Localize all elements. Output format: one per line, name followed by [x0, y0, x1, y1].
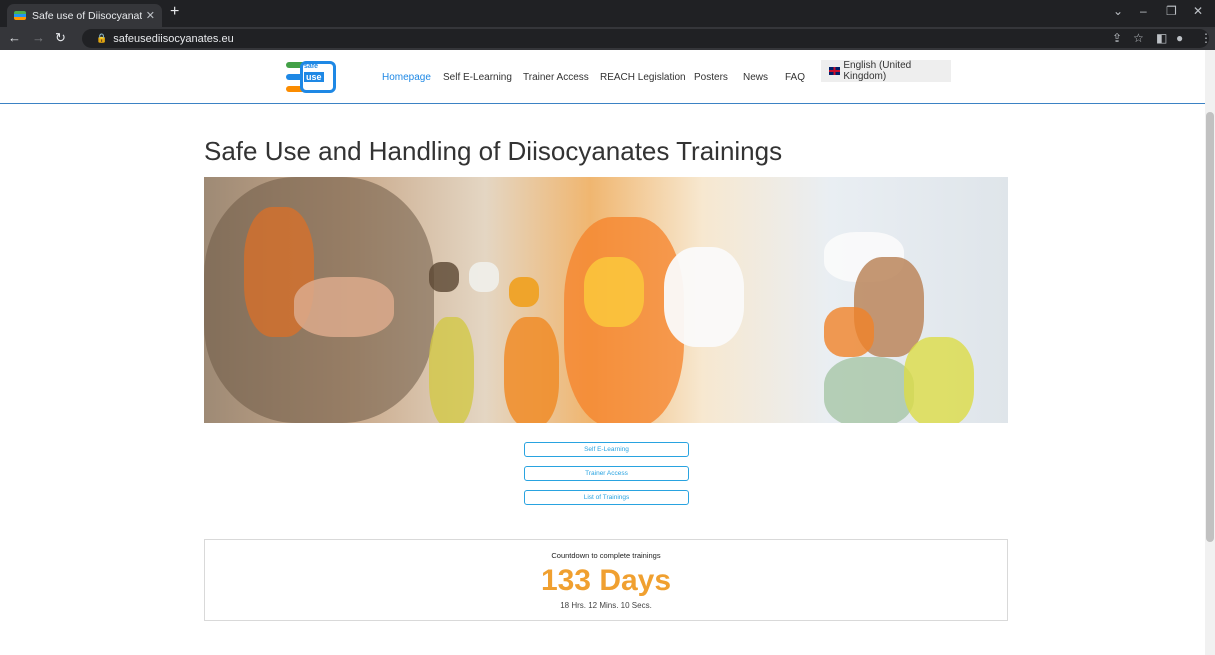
menu-icon[interactable]: ⋮: [1200, 31, 1212, 45]
side-panel-icon[interactable]: ◧: [1156, 31, 1167, 45]
nav-faq[interactable]: FAQ: [785, 72, 805, 83]
uk-flag-icon: [829, 67, 841, 75]
nav-self-e-learning[interactable]: Self E-Learning: [443, 72, 512, 83]
tab-search-icon[interactable]: ⌄: [1113, 4, 1123, 18]
countdown-box: Countdown to complete trainings 133 Days…: [204, 539, 1008, 621]
page-title: Safe Use and Handling of Diisocyanates T…: [204, 136, 783, 166]
language-label: English (United Kingdom): [843, 60, 912, 82]
site-favicon-icon: [14, 11, 26, 20]
profile-avatar[interactable]: ●: [1176, 31, 1183, 45]
minimize-icon[interactable]: –: [1140, 4, 1147, 18]
nav-trainer-access[interactable]: Trainer Access: [523, 72, 589, 83]
countdown-remaining: 18 Hrs. 12 Mins. 10 Secs.: [560, 601, 652, 610]
logo-text-use: use: [304, 72, 324, 82]
browser-tab[interactable]: Safe use of Diisocyanates - Hom ✕: [7, 4, 162, 27]
lock-icon[interactable]: 🔒: [96, 33, 107, 44]
back-icon[interactable]: ←: [8, 30, 21, 45]
nav-homepage[interactable]: Homepage: [382, 72, 431, 83]
tab-title: Safe use of Diisocyanates - Hom: [32, 9, 142, 22]
share-icon[interactable]: ⇪: [1112, 31, 1122, 45]
nav-posters[interactable]: Posters: [694, 72, 728, 83]
maximize-icon[interactable]: ❐: [1166, 4, 1177, 18]
new-tab-icon[interactable]: +: [170, 3, 179, 21]
nav-reach-legislation[interactable]: REACH Legislation: [600, 72, 686, 83]
page-scrollbar[interactable]: [1205, 50, 1215, 655]
reload-icon[interactable]: ↻: [55, 30, 66, 46]
url-text: safeusediisocyanates.eu: [113, 32, 234, 45]
address-bar[interactable]: 🔒 safeusediisocyanates.eu: [82, 29, 1209, 48]
countdown-days: 133 Days: [540, 564, 672, 597]
browser-tab-bar: Safe use of Diisocyanates - Hom ✕ + ⌄ – …: [0, 0, 1215, 27]
scrollbar-thumb[interactable]: [1206, 112, 1214, 542]
trainer-access-button[interactable]: Trainer Access: [524, 466, 689, 481]
language-selector[interactable]: English (United Kingdom): [821, 60, 951, 82]
nav-news[interactable]: News: [743, 72, 768, 83]
bookmark-star-icon[interactable]: ☆: [1133, 31, 1144, 45]
self-e-learning-button[interactable]: Self E-Learning: [524, 442, 689, 457]
logo-text-safe: safe: [304, 63, 319, 70]
close-tab-icon[interactable]: ✕: [146, 9, 155, 22]
site-logo[interactable]: safe use: [286, 60, 336, 94]
forward-icon[interactable]: →: [32, 30, 45, 45]
countdown-label: Countdown to complete trainings: [551, 551, 661, 560]
browser-toolbar: ← → ↻ 🔒 safeusediisocyanates.eu ⇪ ☆ ◧ ● …: [0, 27, 1215, 50]
hero-image: [204, 177, 1008, 423]
list-of-trainings-button[interactable]: List of Trainings: [524, 490, 689, 505]
close-window-icon[interactable]: ✕: [1193, 4, 1203, 18]
